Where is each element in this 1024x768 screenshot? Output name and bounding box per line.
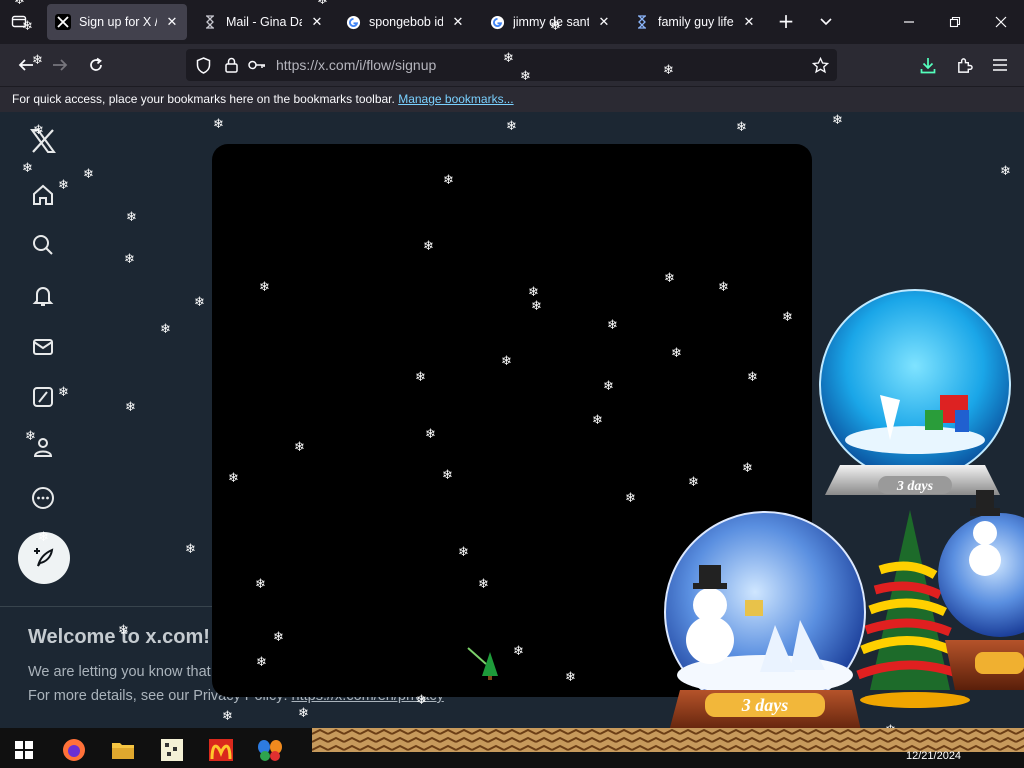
profile-icon[interactable] bbox=[28, 432, 58, 462]
reload-icon[interactable] bbox=[82, 51, 110, 79]
close-icon[interactable]: ✕ bbox=[310, 14, 324, 30]
bell-icon[interactable] bbox=[28, 281, 58, 311]
firefox-icon[interactable] bbox=[54, 732, 94, 768]
address-bar[interactable]: https://x.com/i/flow/signup bbox=[186, 49, 837, 81]
bookmarks-toolbar: For quick access, place your bookmarks h… bbox=[0, 86, 1024, 112]
minimize-icon[interactable] bbox=[894, 8, 924, 36]
x-sidebar bbox=[0, 112, 88, 607]
mcdonalds-icon[interactable] bbox=[201, 732, 241, 768]
mail-icon[interactable] bbox=[28, 332, 58, 362]
menu-icon[interactable] bbox=[986, 51, 1014, 79]
tab-jimmy[interactable]: jimmy de santa ✕ bbox=[481, 4, 619, 40]
tab-label: Sign up for X / X bbox=[79, 15, 157, 29]
tab-label: family guy life o bbox=[658, 15, 734, 29]
manage-bookmarks-link[interactable]: Manage bookmarks... bbox=[398, 92, 513, 106]
back-arrow-icon[interactable] bbox=[12, 51, 40, 79]
x-signup-page: Welcome to x.com! We are letting you kno… bbox=[0, 112, 1024, 728]
key-icon[interactable] bbox=[248, 56, 266, 74]
close-window-icon[interactable] bbox=[986, 8, 1016, 36]
shield-icon[interactable] bbox=[194, 56, 212, 74]
x-logo-icon[interactable] bbox=[28, 126, 58, 156]
feather-plus-icon bbox=[34, 548, 54, 567]
tab-bar: Sign up for X / X ✕ Mail - Gina Dab ✕ sp… bbox=[0, 0, 1024, 44]
download-icon[interactable] bbox=[914, 51, 942, 79]
google-icon bbox=[345, 14, 361, 30]
more-icon[interactable] bbox=[28, 483, 58, 513]
pixel-game-icon[interactable] bbox=[152, 732, 192, 768]
signup-modal[interactable] bbox=[212, 144, 812, 697]
close-icon[interactable]: ✕ bbox=[451, 14, 465, 30]
tab-sign-up[interactable]: Sign up for X / X ✕ bbox=[47, 4, 187, 40]
tab-label: spongebob id - bbox=[369, 15, 443, 29]
lock-icon[interactable] bbox=[222, 56, 240, 74]
divider bbox=[0, 606, 212, 607]
close-icon[interactable]: ✕ bbox=[597, 14, 611, 30]
url-text: https://x.com/i/flow/signup bbox=[276, 57, 437, 73]
welcome-title: Welcome to x.com! bbox=[28, 626, 210, 648]
extensions-icon[interactable] bbox=[950, 51, 978, 79]
msn-butterfly-icon[interactable] bbox=[250, 732, 290, 768]
hourglass-icon bbox=[634, 14, 650, 30]
star-icon[interactable] bbox=[811, 56, 829, 74]
home-icon[interactable] bbox=[28, 180, 58, 210]
chevron-down-icon[interactable] bbox=[814, 10, 838, 34]
forward-arrow-icon[interactable] bbox=[46, 51, 74, 79]
bookmarks-message: For quick access, place your bookmarks h… bbox=[12, 92, 395, 106]
google-icon bbox=[489, 14, 505, 30]
hourglass-icon bbox=[202, 14, 218, 30]
new-tab-button[interactable]: + bbox=[774, 10, 798, 34]
post-button[interactable] bbox=[18, 532, 70, 584]
close-icon[interactable]: ✕ bbox=[742, 14, 756, 30]
tab-list-button[interactable] bbox=[8, 10, 30, 32]
restore-icon[interactable] bbox=[940, 8, 970, 36]
tab-label: Mail - Gina Dab bbox=[226, 15, 302, 29]
close-icon[interactable]: ✕ bbox=[165, 14, 179, 30]
tab-label: jimmy de santa bbox=[513, 15, 589, 29]
candy-fence-decoration bbox=[312, 728, 1024, 752]
x-logo-icon bbox=[55, 14, 71, 30]
windows-start-icon[interactable] bbox=[4, 732, 44, 768]
search-icon[interactable] bbox=[28, 230, 58, 260]
notice-text: We are letting you know that bbox=[28, 664, 211, 680]
tab-mail[interactable]: Mail - Gina Dab ✕ bbox=[194, 4, 332, 40]
navigation-toolbar: https://x.com/i/flow/signup bbox=[0, 44, 1024, 86]
grok-icon[interactable] bbox=[28, 382, 58, 412]
file-explorer-icon[interactable] bbox=[103, 732, 143, 768]
tab-family-guy[interactable]: family guy life o ✕ bbox=[626, 4, 764, 40]
taskbar-date: 12/21/2024 bbox=[906, 750, 962, 762]
tab-spongebob[interactable]: spongebob id - ✕ bbox=[337, 4, 473, 40]
